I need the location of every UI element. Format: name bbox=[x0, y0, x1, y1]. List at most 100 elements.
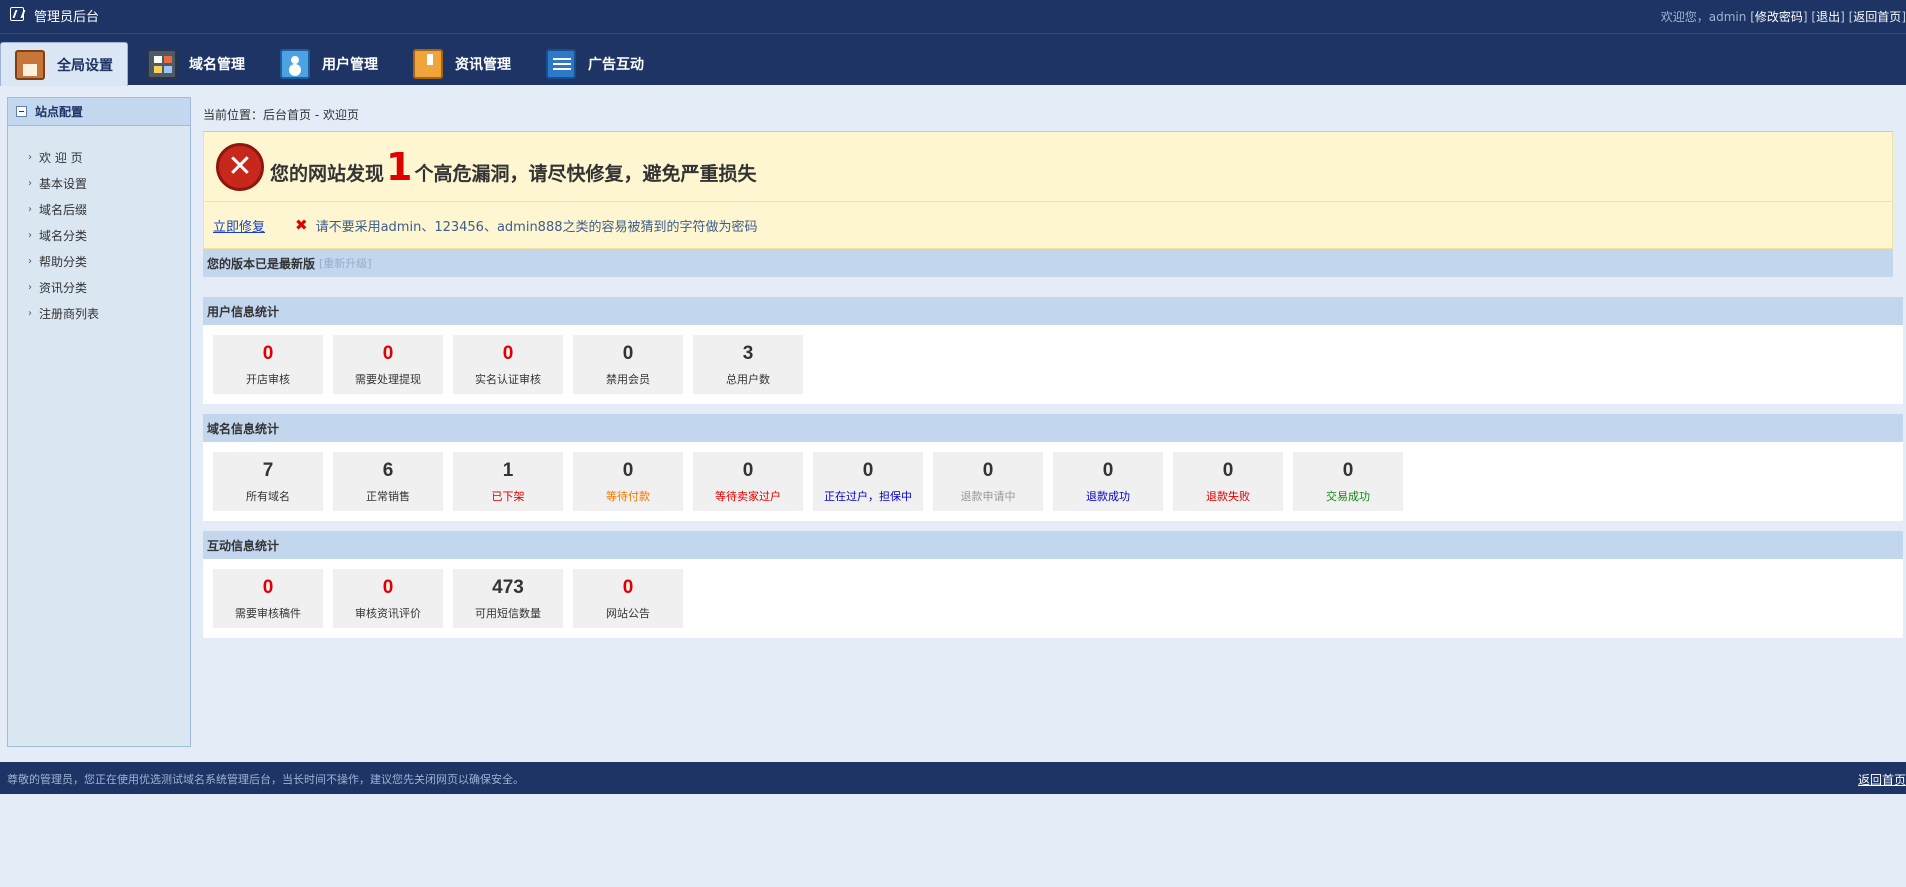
stat-card[interactable]: 0 退款申请中 bbox=[933, 452, 1043, 511]
stat-label: 可用短信数量 bbox=[475, 606, 541, 620]
stat-card[interactable]: 0 需要审核稿件 bbox=[213, 569, 323, 628]
chevron-right-icon: › bbox=[28, 255, 32, 267]
password-tip: 请不要采用admin、123456、admin888之类的容易被猜到的字符做为密… bbox=[315, 219, 758, 235]
sidebar-item-news-category[interactable]: › 资讯分类 bbox=[8, 274, 190, 300]
news-icon bbox=[413, 49, 443, 79]
stat-card[interactable]: 0 网站公告 bbox=[573, 569, 683, 628]
sidebar-menu: › 欢 迎 页 › 基本设置 › 域名后缀 › 域名分类 › 帮助分类 › 资讯分类 › 注册… bbox=[8, 126, 190, 326]
sidebar-item-basic-settings[interactable]: › 基本设置 bbox=[8, 170, 190, 196]
stat-card[interactable]: 0 需要处理提现 bbox=[333, 335, 443, 394]
main-content: 当前位置：后台首页 - 欢迎页 ✕ 您的网站发现 1 个高危漏洞，请尽快修复，避… bbox=[203, 105, 1903, 638]
stat-value: 0 bbox=[262, 342, 274, 364]
stat-label: 已下架 bbox=[491, 489, 525, 503]
sidebar-item-registrar-list[interactable]: › 注册商列表 bbox=[8, 300, 190, 326]
stat-label: 退款成功 bbox=[1086, 489, 1130, 503]
tab-domain-management[interactable]: 域名管理 bbox=[147, 42, 245, 86]
stat-card[interactable]: 0 审核资讯评价 bbox=[333, 569, 443, 628]
stat-value: 6 bbox=[382, 459, 394, 481]
stat-value: 0 bbox=[1102, 459, 1114, 481]
section-title: 域名信息统计 bbox=[203, 414, 1903, 442]
app-title: 管理员后台 bbox=[34, 10, 100, 25]
stat-card[interactable]: 0 禁用会员 bbox=[573, 335, 683, 394]
stat-card[interactable]: 0 等待付款 bbox=[573, 452, 683, 511]
stat-card[interactable]: 1 已下架 bbox=[453, 452, 563, 511]
ad-icon bbox=[546, 49, 576, 79]
stat-value: 0 bbox=[1222, 459, 1234, 481]
stat-label: 退款失败 bbox=[1206, 489, 1250, 503]
section-title: 用户信息统计 bbox=[203, 297, 1903, 325]
stat-card[interactable]: 6 正常销售 bbox=[333, 452, 443, 511]
logout-link[interactable]: 退出 bbox=[1816, 10, 1840, 24]
interaction-stats-panel: 互动信息统计 0 需要审核稿件 0 审核资讯评价 473 可用短信数量 0 网站公告 bbox=[203, 531, 1903, 638]
chevron-right-icon: › bbox=[28, 177, 32, 189]
chevron-right-icon: › bbox=[28, 151, 32, 163]
stat-cards: 7 所有域名 6 正常销售 1 已下架 0 等待付款 0 等待卖家过户 0 正在过户，担保中… bbox=[203, 442, 1903, 521]
sidebar-item-domain-suffix[interactable]: › 域名后缀 bbox=[8, 196, 190, 222]
warning-x-icon: ✖ bbox=[295, 216, 308, 234]
tab-news-management[interactable]: 资讯管理 bbox=[413, 42, 511, 86]
user-icon bbox=[280, 49, 310, 79]
tab-label: 广告互动 bbox=[588, 57, 644, 73]
version-bar: 您的版本已是最新版 [重新升级] bbox=[203, 249, 1893, 277]
error-icon: ✕ bbox=[216, 142, 264, 191]
sidebar-item-help-category[interactable]: › 帮助分类 bbox=[8, 248, 190, 274]
stat-value: 0 bbox=[622, 342, 634, 364]
chevron-right-icon: › bbox=[28, 307, 32, 319]
sidebar: 站点配置 › 欢 迎 页 › 基本设置 › 域名后缀 › 域名分类 › 帮助分类 › 资讯分… bbox=[7, 97, 191, 747]
section-title: 互动信息统计 bbox=[203, 531, 1903, 559]
welcome-text: 欢迎您，admin bbox=[1660, 10, 1747, 24]
chevron-right-icon: › bbox=[28, 203, 32, 215]
stat-value: 0 bbox=[1342, 459, 1354, 481]
tab-global-settings[interactable]: 全局设置 bbox=[0, 42, 128, 86]
footer-bar: 尊敬的管理员，您正在使用优选测试域名系统管理后台，当长时间不操作，建议您先关闭网… bbox=[0, 762, 1906, 794]
stat-card[interactable]: 0 退款失败 bbox=[1173, 452, 1283, 511]
stat-label: 正在过户，担保中 bbox=[824, 489, 912, 503]
stat-value: 0 bbox=[982, 459, 994, 481]
sidebar-header[interactable]: 站点配置 bbox=[8, 98, 190, 126]
stat-card[interactable]: 473 可用短信数量 bbox=[453, 569, 563, 628]
tab-label: 资讯管理 bbox=[455, 57, 511, 73]
collapse-icon[interactable] bbox=[16, 106, 27, 117]
stat-label: 交易成功 bbox=[1326, 489, 1370, 503]
sidebar-item-domain-category[interactable]: › 域名分类 bbox=[8, 222, 190, 248]
stat-value: 0 bbox=[622, 576, 634, 598]
stat-value: 0 bbox=[862, 459, 874, 481]
breadcrumb: 当前位置：后台首页 - 欢迎页 bbox=[203, 108, 359, 122]
stat-label: 总用户数 bbox=[726, 372, 770, 386]
stat-card[interactable]: 0 等待卖家过户 bbox=[693, 452, 803, 511]
tab-label: 域名管理 bbox=[189, 57, 245, 73]
footer-back-home-link[interactable]: 返回首页 bbox=[1858, 771, 1906, 788]
alert-headline: 您的网站发现 1 个高危漏洞，请尽快修复，避免严重损失 bbox=[270, 144, 757, 189]
stat-label: 禁用会员 bbox=[606, 372, 650, 386]
stat-label: 审核资讯评价 bbox=[355, 606, 421, 620]
stat-label: 正常销售 bbox=[366, 489, 410, 503]
stat-card[interactable]: 0 实名认证审核 bbox=[453, 335, 563, 394]
domain-icon bbox=[147, 49, 177, 79]
main-nav: 全局设置 域名管理 用户管理 资讯管理 广告互动 bbox=[0, 33, 1906, 86]
upgrade-link[interactable]: [重新升级] bbox=[319, 255, 372, 271]
stat-card[interactable]: 0 退款成功 bbox=[1053, 452, 1163, 511]
stat-value: 0 bbox=[382, 576, 394, 598]
tab-user-management[interactable]: 用户管理 bbox=[280, 42, 378, 86]
stat-card[interactable]: 0 开店审核 bbox=[213, 335, 323, 394]
admin-logo-icon bbox=[10, 7, 24, 21]
stat-card[interactable]: 0 正在过户，担保中 bbox=[813, 452, 923, 511]
user-stats-panel: 用户信息统计 0 开店审核 0 需要处理提现 0 实名认证审核 0 禁用会员 3 总用户数 bbox=[203, 297, 1903, 404]
stat-card[interactable]: 7 所有域名 bbox=[213, 452, 323, 511]
vulnerability-count: 1 bbox=[386, 144, 413, 189]
tab-ad-interaction[interactable]: 广告互动 bbox=[546, 42, 644, 86]
stat-value: 473 bbox=[492, 576, 524, 598]
chevron-right-icon: › bbox=[28, 229, 32, 241]
change-password-link[interactable]: 修改密码 bbox=[1755, 10, 1803, 24]
stat-label: 等待卖家过户 bbox=[715, 489, 781, 503]
stat-label: 等待付款 bbox=[606, 489, 650, 503]
stat-label: 网站公告 bbox=[606, 606, 650, 620]
stat-card[interactable]: 0 交易成功 bbox=[1293, 452, 1403, 511]
top-bar: 管理员后台 欢迎您，admin [修改密码] [退出] [返回首页] bbox=[0, 0, 1906, 33]
stat-card[interactable]: 3 总用户数 bbox=[693, 335, 803, 394]
fix-now-link[interactable]: 立即修复 bbox=[213, 216, 265, 235]
sidebar-item-welcome[interactable]: › 欢 迎 页 bbox=[8, 144, 190, 170]
stat-value: 0 bbox=[382, 342, 394, 364]
back-home-link[interactable]: 返回首页 bbox=[1853, 10, 1901, 24]
user-links: 欢迎您，admin [修改密码] [退出] [返回首页] bbox=[1660, 10, 1906, 24]
